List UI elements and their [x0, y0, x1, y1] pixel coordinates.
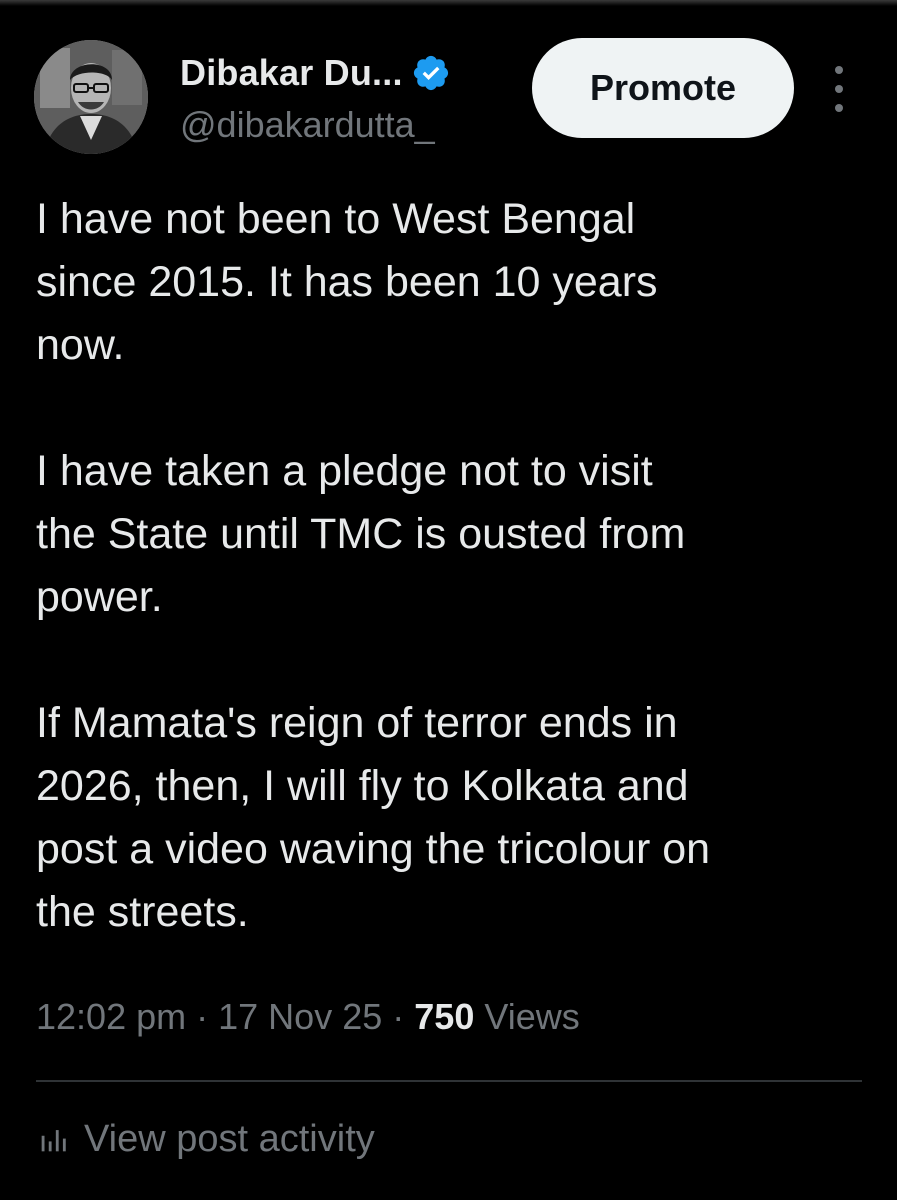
post-date[interactable]: 17 Nov 25: [218, 996, 382, 1037]
meta-separator: ·: [196, 996, 209, 1037]
author-handle[interactable]: @dibakardutta_: [180, 104, 435, 146]
post-header: Dibakar Du... @dibakardutta_ Promote: [0, 0, 897, 170]
meta-separator: ·: [392, 996, 405, 1037]
more-vertical-icon[interactable]: [826, 66, 852, 112]
divider: [36, 1080, 862, 1082]
views-label: Views: [484, 996, 580, 1037]
author-name-row: Dibakar Du...: [180, 52, 451, 94]
verified-badge-icon[interactable]: [411, 53, 451, 93]
view-post-activity-button[interactable]: View post activity: [36, 1118, 375, 1161]
post-paragraph: I have taken a pledge not to visit the S…: [36, 447, 686, 621]
more-dot: [835, 66, 843, 74]
more-dot: [835, 104, 843, 112]
bar-chart-icon: [36, 1123, 70, 1157]
post-meta: 12:02 pm · 17 Nov 25 · 750 Views: [36, 996, 580, 1038]
avatar-image: [34, 40, 148, 154]
views-count: 750: [414, 996, 475, 1037]
post-time[interactable]: 12:02 pm: [36, 996, 186, 1037]
author-display-name[interactable]: Dibakar Du...: [180, 52, 403, 94]
avatar[interactable]: [34, 40, 148, 154]
view-post-activity-label: View post activity: [84, 1118, 375, 1160]
more-dot: [835, 85, 843, 93]
post-paragraph: I have not been to West Bengal since 201…: [36, 195, 658, 369]
post-paragraph: If Mamata's reign of terror ends in 2026…: [36, 699, 711, 936]
promote-button[interactable]: Promote: [532, 38, 794, 138]
post-text: I have not been to West Bengal since 201…: [36, 188, 876, 944]
